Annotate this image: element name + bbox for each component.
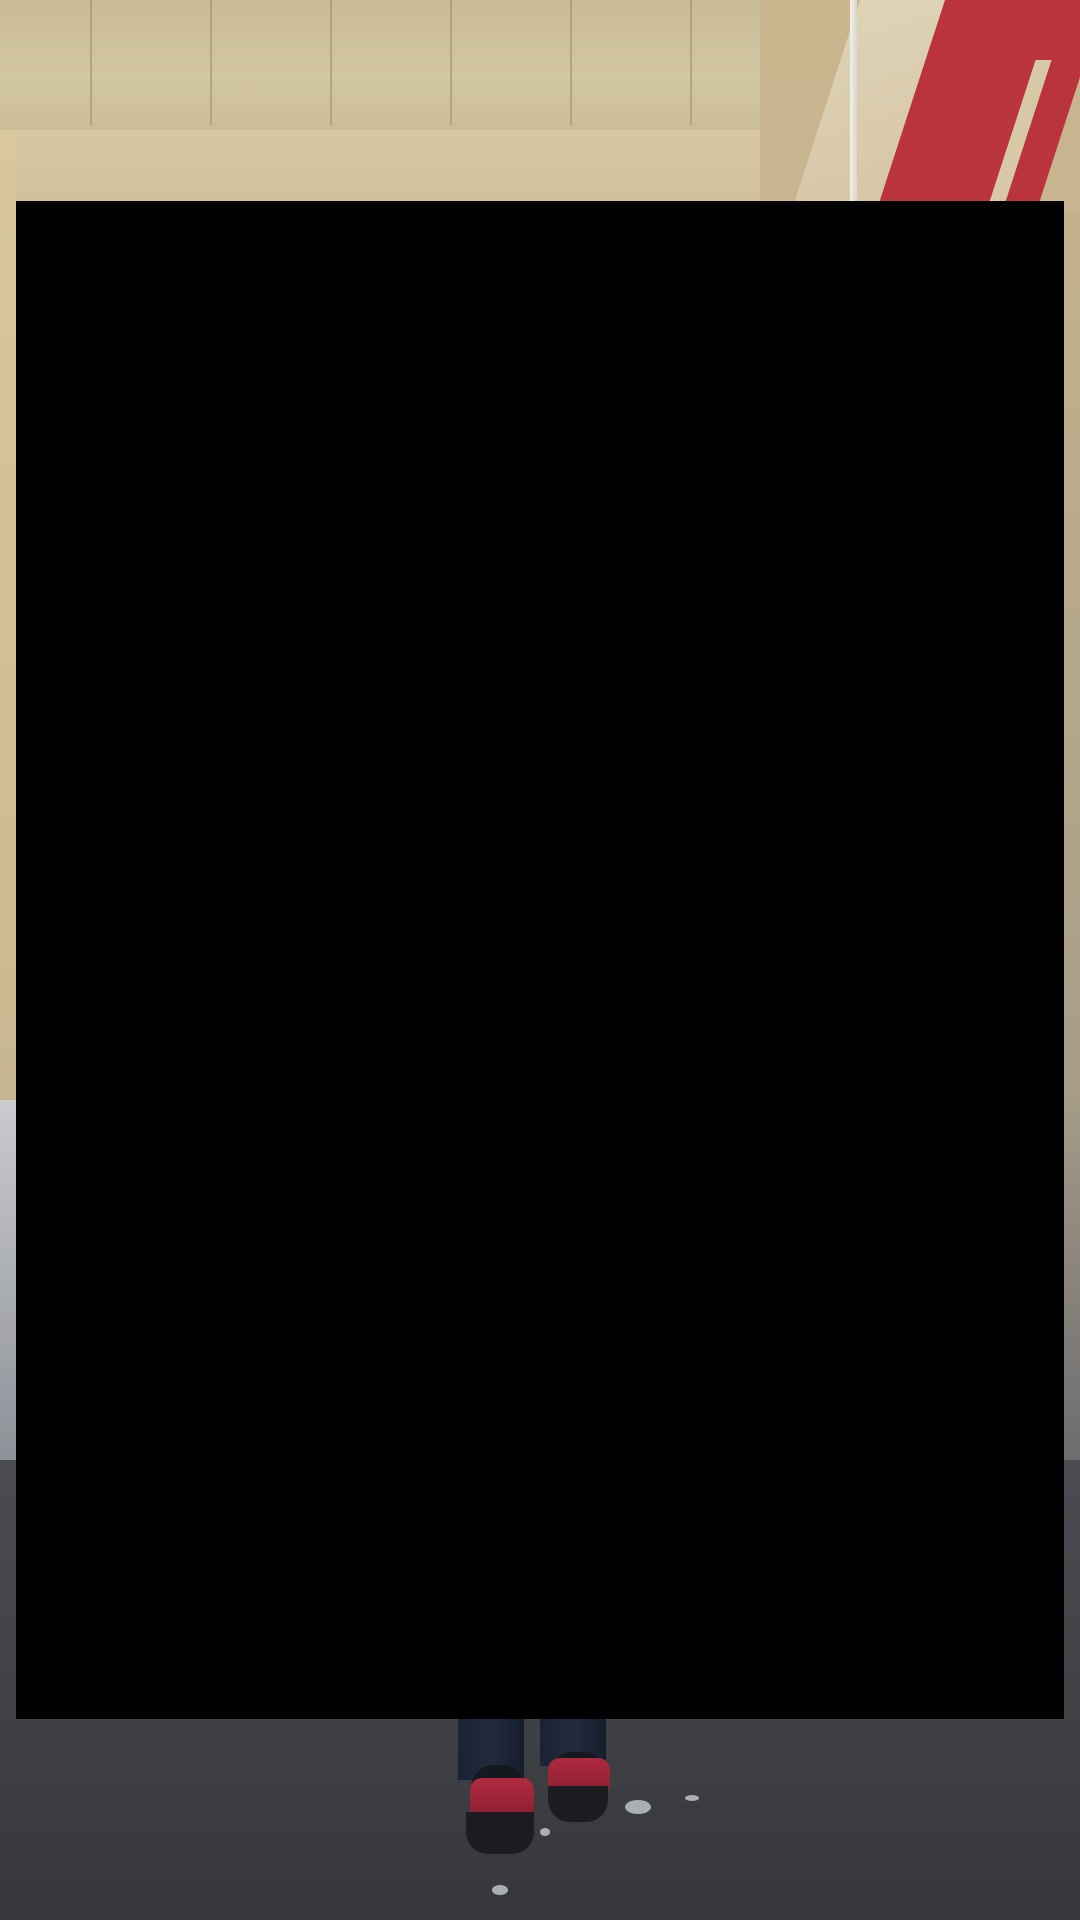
ceiling-tile-seam <box>690 0 692 125</box>
ceiling-tile-seam <box>570 0 572 125</box>
left-slipper-sole <box>466 1812 534 1854</box>
floor-spot <box>540 1828 550 1836</box>
ceiling-tile-seam <box>90 0 92 125</box>
back-wall <box>0 130 760 202</box>
black-overlay-panel <box>16 201 1064 1719</box>
floor-spot <box>685 1795 699 1801</box>
ceiling-tile-seam <box>210 0 212 125</box>
right-wall-edge <box>1064 210 1080 1460</box>
ceiling-tile-seam <box>450 0 452 125</box>
wall-pipe <box>850 0 857 205</box>
floor-spot <box>492 1885 508 1895</box>
ceiling-tile-seam <box>330 0 332 125</box>
left-wall-baseboard <box>0 1100 16 1460</box>
photo-scene <box>0 0 1080 1920</box>
right-slipper-sole <box>548 1786 608 1822</box>
floor-spot <box>625 1800 651 1814</box>
